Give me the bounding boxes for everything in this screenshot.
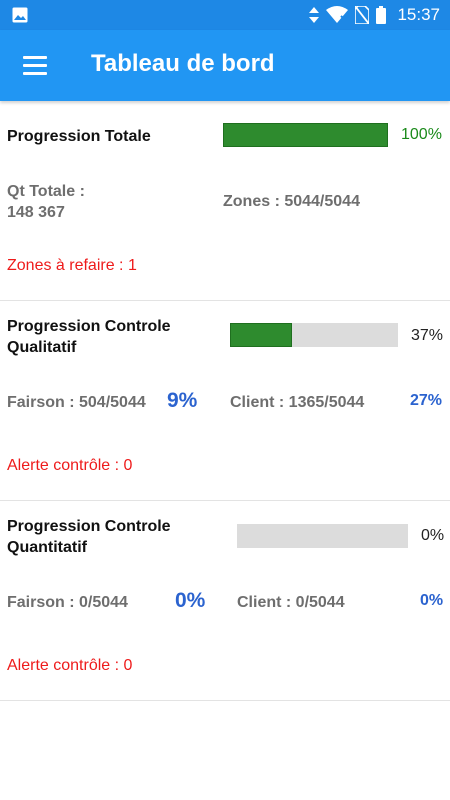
zones-redo-alert: Zones à refaire : 1 xyxy=(7,257,137,274)
battery-icon xyxy=(376,6,387,24)
quantitative-client-percent: 0% xyxy=(420,592,444,609)
total-progress-card: Progression Totale 100% Qt Totale : 148 … xyxy=(0,101,450,301)
total-progress-percent: 100% xyxy=(401,126,442,143)
total-progress-title: Progression Totale xyxy=(7,128,151,145)
menu-line xyxy=(23,55,47,59)
app-bar: Tableau de bord xyxy=(0,30,450,101)
status-bar: 15:37 xyxy=(0,0,450,30)
no-sim-icon xyxy=(355,6,370,24)
qualitative-fairson-percent: 9% xyxy=(167,389,198,412)
gallery-icon xyxy=(12,7,28,23)
page-title: Tableau de bord xyxy=(91,50,275,77)
status-time: 15:37 xyxy=(397,5,440,24)
quantitative-control-card: Progression Controle Quantitatif 0% Fair… xyxy=(0,501,450,701)
qualitative-title-line2: Qualitatif xyxy=(7,339,77,356)
wifi-icon xyxy=(326,6,349,23)
menu-line xyxy=(23,71,47,75)
quantitative-progress-percent: 0% xyxy=(421,527,445,544)
qualitative-title-line1: Progression Controle xyxy=(7,318,171,335)
qt-totale-value: 148 367 xyxy=(7,204,65,221)
qualitative-fairson-count: Fairson : 504/5044 xyxy=(7,394,146,411)
qualitative-progress-bar xyxy=(230,323,398,347)
qualitative-control-alert: Alerte contrôle : 0 xyxy=(7,457,133,474)
qualitative-client-percent: 27% xyxy=(410,392,443,409)
quantitative-progress-bar xyxy=(237,524,408,548)
data-transfer-icon xyxy=(309,7,320,23)
quantitative-fairson-count: Fairson : 0/5044 xyxy=(7,594,128,611)
zones-count: Zones : 5044/5044 xyxy=(223,193,360,210)
quantitative-fairson-percent: 0% xyxy=(175,589,206,612)
qualitative-progress-fill xyxy=(230,323,293,347)
total-progress-bar xyxy=(223,123,388,147)
quantitative-control-alert: Alerte contrôle : 0 xyxy=(7,657,133,674)
qualitative-control-card: Progression Controle Qualitatif 37% Fair… xyxy=(0,301,450,501)
quantitative-title-line2: Quantitatif xyxy=(7,539,87,556)
quantitative-client-count: Client : 0/5044 xyxy=(237,594,345,611)
qualitative-progress-percent: 37% xyxy=(411,327,444,344)
total-progress-fill xyxy=(223,123,388,147)
quantitative-title-line1: Progression Controle xyxy=(7,518,171,535)
hamburger-menu-icon[interactable] xyxy=(16,48,54,82)
qt-totale-label: Qt Totale : xyxy=(7,183,85,200)
menu-line xyxy=(23,63,47,67)
qualitative-client-count: Client : 1365/5044 xyxy=(230,394,365,411)
